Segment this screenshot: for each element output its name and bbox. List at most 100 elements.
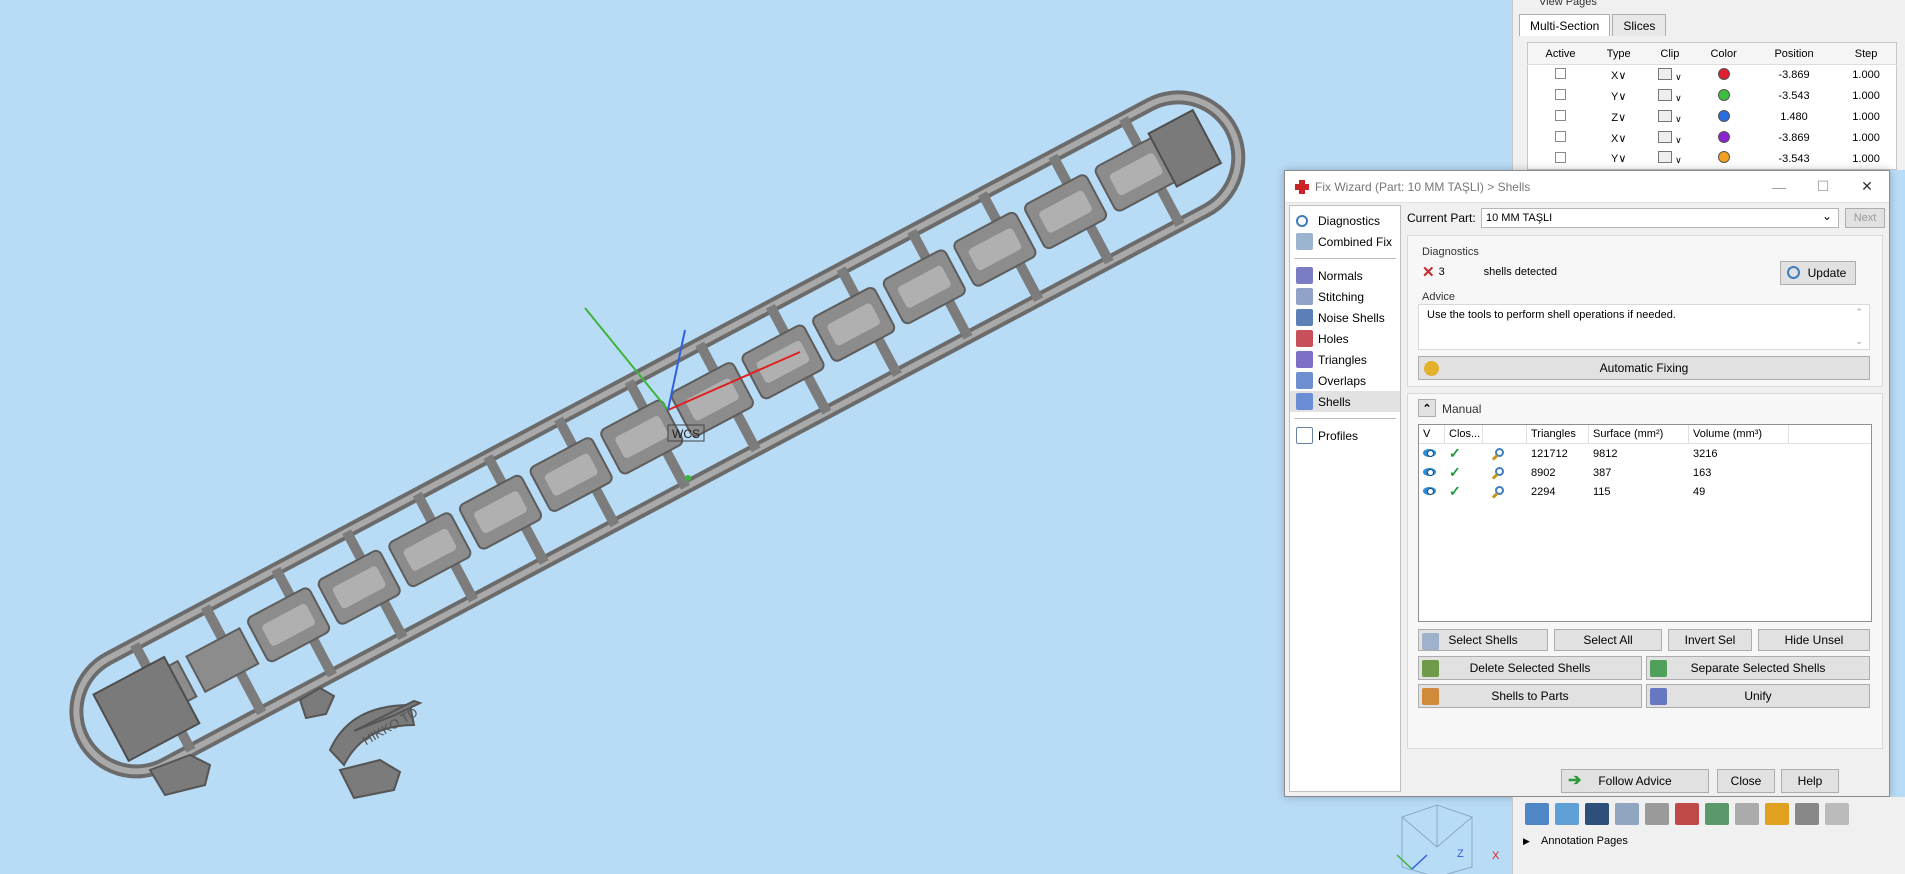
dialog-titlebar[interactable]: Fix Wizard (Part: 10 MM TAŞLI) > Shells … xyxy=(1285,171,1889,203)
col-triangles[interactable]: Triangles xyxy=(1527,424,1589,444)
next-button[interactable]: Next xyxy=(1845,208,1885,228)
nav-overlaps[interactable]: Overlaps xyxy=(1290,370,1400,391)
clip-icon[interactable] xyxy=(1658,151,1673,164)
table-row[interactable]: ✓ 121712 9812 3216 xyxy=(1419,444,1871,463)
color-swatch[interactable] xyxy=(1717,88,1730,101)
col-clip[interactable]: Clip xyxy=(1644,42,1696,65)
select-all-button[interactable]: Select All xyxy=(1554,629,1662,651)
step-cell[interactable]: 1.000 xyxy=(1836,149,1896,170)
table-row[interactable]: ✓ 8902 387 163 xyxy=(1419,463,1871,482)
clip-icon[interactable] xyxy=(1658,109,1673,122)
step-cell[interactable]: 1.000 xyxy=(1836,107,1896,128)
nav-profiles[interactable]: Profiles xyxy=(1290,425,1400,446)
section-row[interactable]: Z∨ ∨ 1.480 1.000 xyxy=(1528,107,1897,128)
col-surface[interactable]: Surface (mm²) xyxy=(1589,424,1689,444)
color-swatch[interactable] xyxy=(1717,151,1730,164)
position-cell[interactable]: -3.869 xyxy=(1752,128,1836,149)
follow-advice-button[interactable]: ➔ Follow Advice xyxy=(1561,769,1709,793)
active-checkbox[interactable] xyxy=(1555,89,1567,100)
type-cell[interactable]: X∨ xyxy=(1593,65,1644,86)
scroll-down-icon[interactable]: ⌄ xyxy=(1855,336,1863,347)
step-cell[interactable]: 1.000 xyxy=(1836,86,1896,107)
nav-noise-shells[interactable]: Noise Shells xyxy=(1290,307,1400,328)
zoom-to-shell-icon[interactable] xyxy=(1495,466,1504,476)
parts-icon[interactable] xyxy=(1705,803,1729,825)
checkbox-icon[interactable] xyxy=(1585,803,1609,825)
layers-icon[interactable] xyxy=(1795,803,1819,825)
zoom-to-shell-icon[interactable] xyxy=(1495,485,1504,495)
eye-icon[interactable] xyxy=(1423,448,1436,457)
invert-sel-button[interactable]: Invert Sel xyxy=(1668,629,1752,651)
unify-button[interactable]: Unify xyxy=(1646,684,1870,708)
active-checkbox[interactable] xyxy=(1555,68,1567,80)
close-button[interactable]: Close xyxy=(1717,769,1775,793)
delete-selected-shells-button[interactable]: Delete Selected Shells xyxy=(1418,656,1642,680)
clip-icon[interactable] xyxy=(1658,67,1673,80)
automatic-fixing-button[interactable]: Automatic Fixing xyxy=(1418,356,1870,380)
active-checkbox[interactable] xyxy=(1555,151,1567,163)
col-type[interactable]: Type xyxy=(1593,42,1645,65)
clip-icon[interactable] xyxy=(1658,130,1673,143)
measure-icon[interactable] xyxy=(1735,803,1759,825)
eye-icon[interactable] xyxy=(1423,467,1436,476)
active-checkbox[interactable] xyxy=(1555,131,1567,142)
position-cell[interactable]: 1.480 xyxy=(1752,107,1836,128)
maximize-button[interactable]: ☐ xyxy=(1801,178,1845,195)
close-window-button[interactable]: ✕ xyxy=(1845,178,1889,195)
step-cell[interactable]: 1.000 xyxy=(1836,65,1896,86)
position-cell[interactable]: -3.543 xyxy=(1752,86,1836,107)
nav-shells[interactable]: Shells xyxy=(1290,391,1400,412)
tab-slices[interactable]: Slices xyxy=(1612,14,1667,36)
position-cell[interactable]: -3.543 xyxy=(1752,149,1836,170)
annotation-pages-title[interactable]: Annotation Pages xyxy=(1513,835,1905,847)
col-zoom[interactable] xyxy=(1483,424,1527,444)
active-checkbox[interactable] xyxy=(1555,110,1567,121)
section-row[interactable]: Y∨ ∨ -3.543 1.000 xyxy=(1528,86,1897,107)
col-closed[interactable]: Clos... xyxy=(1445,424,1483,444)
nav-holes[interactable]: Holes xyxy=(1290,328,1400,349)
color-swatch[interactable] xyxy=(1717,109,1730,122)
section-row[interactable]: X∨ ∨ -3.869 1.000 xyxy=(1528,65,1897,86)
visibility-icon[interactable] xyxy=(1555,803,1579,825)
color-swatch[interactable] xyxy=(1717,130,1730,143)
shells-to-parts-button[interactable]: Shells to Parts xyxy=(1418,684,1642,708)
scroll-up-icon[interactable]: ⌃ xyxy=(1855,307,1863,318)
nav-stitching[interactable]: Stitching xyxy=(1290,286,1400,307)
nav-normals[interactable]: Normals xyxy=(1290,265,1400,286)
nav-triangles[interactable]: Triangles xyxy=(1290,349,1400,370)
type-cell[interactable]: Z∨ xyxy=(1593,107,1644,128)
nav-diagnostics[interactable]: Diagnostics xyxy=(1290,210,1400,231)
minimize-button[interactable]: — xyxy=(1757,179,1801,195)
clip-icon[interactable] xyxy=(1658,88,1673,101)
section-icon[interactable] xyxy=(1615,803,1639,825)
step-cell[interactable]: 1.000 xyxy=(1836,128,1896,149)
hide-icon[interactable] xyxy=(1675,803,1699,825)
view-mode-icon[interactable] xyxy=(1525,803,1549,825)
type-cell[interactable]: Y∨ xyxy=(1593,149,1644,170)
tab-multi-section[interactable]: Multi-Section xyxy=(1519,14,1611,36)
advice-textbox[interactable]: Use the tools to perform shell operation… xyxy=(1418,304,1870,350)
col-color[interactable]: Color xyxy=(1695,42,1752,65)
collapse-manual-button[interactable]: ⌃ xyxy=(1418,399,1436,417)
section-row[interactable]: Y∨ ∨ -3.543 1.000 xyxy=(1528,149,1897,170)
col-position[interactable]: Position xyxy=(1751,42,1837,65)
view-cube[interactable]: Z X xyxy=(1362,797,1512,874)
update-button[interactable]: Update xyxy=(1780,261,1856,285)
current-part-select[interactable]: 10 MM TAŞLI xyxy=(1481,207,1839,228)
color-swatch[interactable] xyxy=(1717,67,1730,80)
zoom-to-shell-icon[interactable] xyxy=(1495,447,1504,457)
separate-selected-shells-button[interactable]: Separate Selected Shells xyxy=(1646,656,1870,680)
col-active[interactable]: Active xyxy=(1527,42,1594,65)
list-icon[interactable] xyxy=(1825,803,1849,825)
help-button[interactable]: Help xyxy=(1781,769,1839,793)
col-step[interactable]: Step xyxy=(1836,42,1897,65)
cube-icon[interactable] xyxy=(1645,803,1669,825)
annotate-icon[interactable] xyxy=(1765,803,1789,825)
col-visible[interactable]: V xyxy=(1419,424,1445,444)
nav-combined-fix[interactable]: Combined Fix xyxy=(1290,231,1400,252)
type-cell[interactable]: Y∨ xyxy=(1593,86,1644,107)
eye-icon[interactable] xyxy=(1423,486,1436,495)
hide-unsel-button[interactable]: Hide Unsel xyxy=(1758,629,1870,651)
type-cell[interactable]: X∨ xyxy=(1593,128,1644,149)
position-cell[interactable]: -3.869 xyxy=(1752,65,1836,86)
